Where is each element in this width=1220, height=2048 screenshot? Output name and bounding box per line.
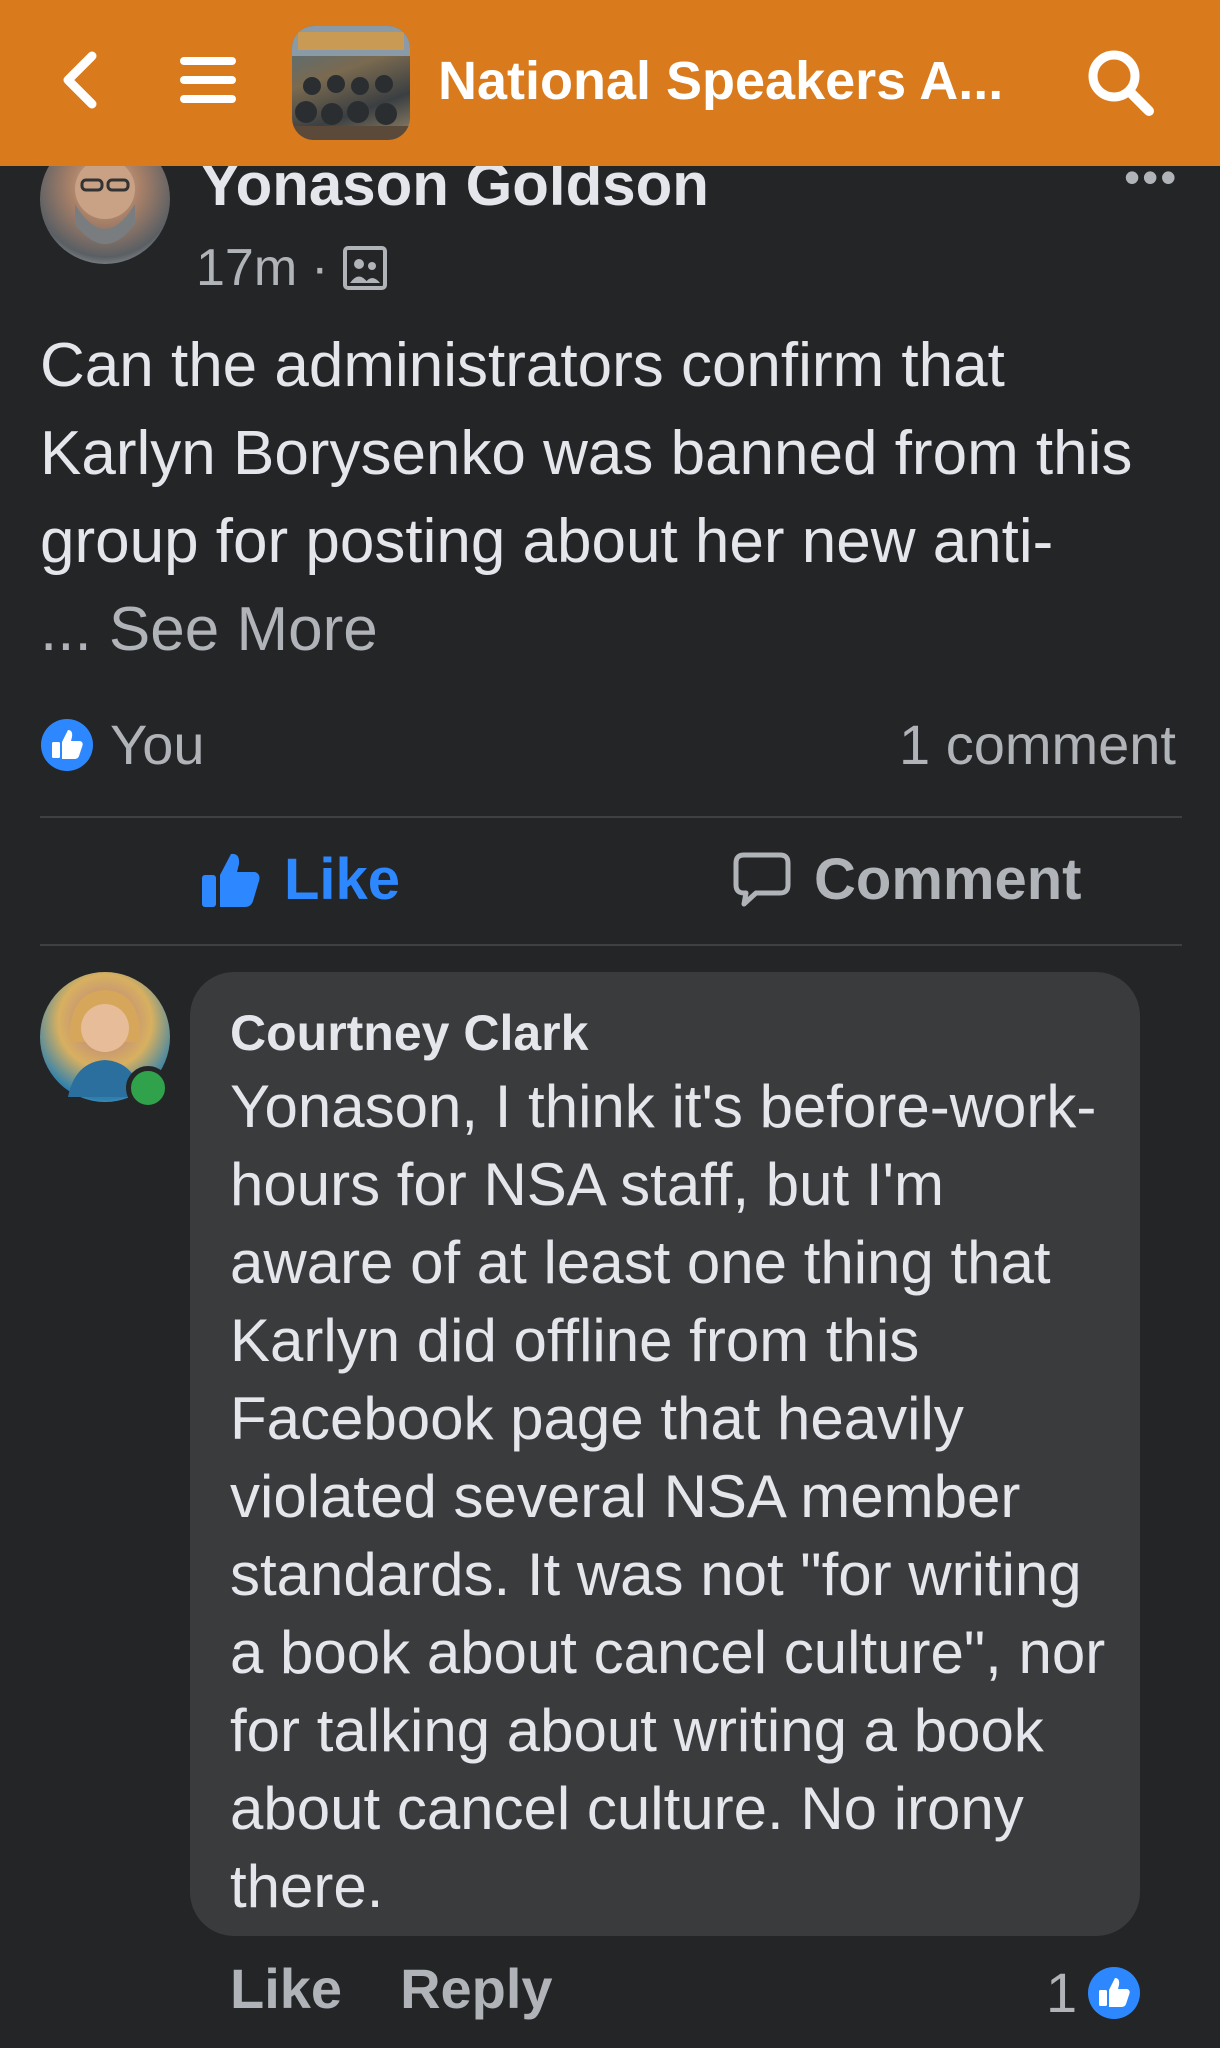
post-text: Can the administrators confirm that Karl… xyxy=(40,331,1133,576)
reactors-label: You xyxy=(110,713,205,776)
like-button-label: Like xyxy=(284,847,401,912)
comment-text: Yonason, I think it's before-work-hours … xyxy=(230,1073,1106,1920)
comment-reaction-summary[interactable]: 1 xyxy=(1046,1960,1141,2025)
comment-like-button[interactable]: Like xyxy=(230,1956,342,2021)
see-more-link[interactable]: ... See More xyxy=(40,595,378,664)
comment-button-label: Comment xyxy=(814,847,1082,912)
chevron-left-icon xyxy=(63,51,97,109)
comment-actions: Like Reply xyxy=(230,1956,611,2021)
comment-button[interactable]: Comment xyxy=(732,846,1081,913)
speech-bubble-icon xyxy=(733,852,791,906)
menu-button[interactable] xyxy=(168,40,248,120)
search-button[interactable] xyxy=(1078,40,1164,126)
commenter-name[interactable]: Courtney Clark xyxy=(230,1004,588,1062)
search-icon xyxy=(1088,50,1154,116)
group-title[interactable]: National Speakers A... xyxy=(438,50,1018,112)
group-audience-icon xyxy=(343,246,388,290)
divider xyxy=(40,816,1182,818)
online-status-badge xyxy=(126,1066,170,1110)
post-body: Can the administrators confirm that Karl… xyxy=(40,322,1190,674)
comment-count[interactable]: 1 comment xyxy=(899,712,1176,777)
comment-bubble: Courtney Clark Yonason, I think it's bef… xyxy=(190,972,1140,1936)
like-reaction-icon xyxy=(1088,1966,1141,2019)
like-button[interactable]: Like xyxy=(200,846,400,913)
like-reaction-icon xyxy=(41,718,93,771)
group-top-bar: National Speakers A... xyxy=(0,0,1220,166)
audience-photo-icon xyxy=(292,26,410,140)
comment-reaction-count: 1 xyxy=(1046,1961,1078,2024)
post-reactions[interactable]: You xyxy=(40,712,205,777)
hamburger-menu-icon xyxy=(180,57,236,103)
meta-separator: · xyxy=(311,239,329,297)
thumbs-up-icon xyxy=(202,853,260,907)
group-cover-thumbnail[interactable] xyxy=(292,26,410,140)
comment-reply-button[interactable]: Reply xyxy=(400,1956,553,2021)
back-button[interactable] xyxy=(40,40,120,120)
divider xyxy=(40,944,1182,946)
post-meta: 17m · xyxy=(196,238,388,298)
post-timestamp[interactable]: 17m xyxy=(196,238,297,298)
